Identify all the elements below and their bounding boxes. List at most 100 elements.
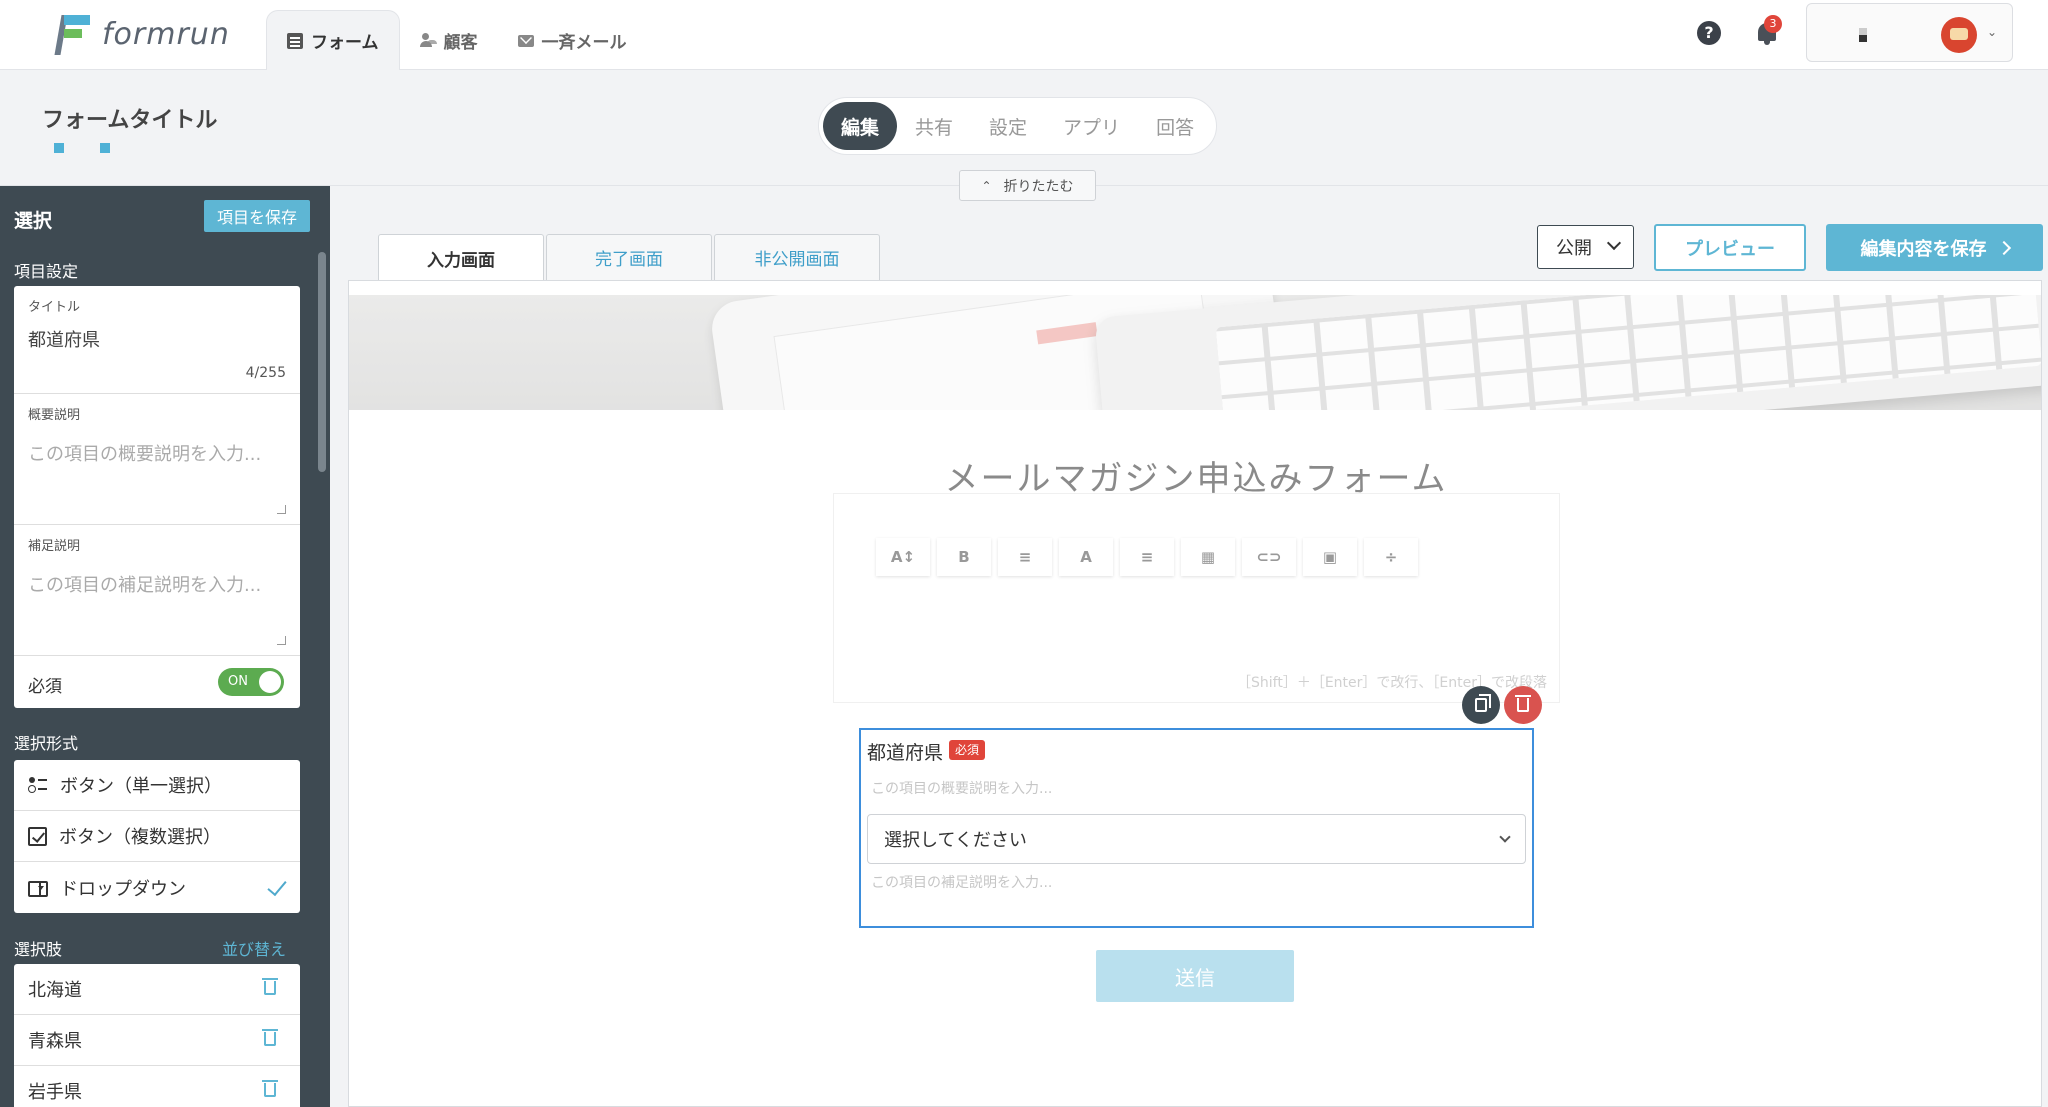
font-size-icon[interactable]: A↕ [876, 538, 930, 576]
tab-private-screen[interactable]: 非公開画面 [714, 234, 880, 280]
radio-list-icon [28, 775, 48, 795]
submit-button[interactable]: 送信 [1096, 950, 1294, 1002]
checkmark-icon [267, 875, 287, 897]
selection-format-label: 選択形式 [14, 734, 79, 753]
nav-tab-customers[interactable]: 顧客 [400, 10, 498, 70]
nav-tab-label: 顧客 [443, 32, 478, 53]
mode-tab-apps[interactable]: アプリ [1045, 102, 1138, 150]
logo-mark-icon [52, 13, 92, 55]
header-image[interactable] [349, 295, 2041, 410]
format-option-label: ボタン（複数選択） [59, 827, 221, 848]
required-toggle[interactable]: ON [218, 668, 284, 696]
choice-item[interactable]: 青森県 [14, 1015, 300, 1066]
preview-button[interactable]: プレビュー [1654, 224, 1806, 271]
divider-icon[interactable]: ÷ [1364, 538, 1418, 576]
trash-icon[interactable] [262, 978, 278, 995]
text-color-icon[interactable]: A [1059, 538, 1113, 576]
delete-field-button[interactable] [1504, 686, 1542, 724]
supplement-placeholder: この項目の補足説明を入力... [28, 575, 262, 596]
form-editor-main: 入力画面 完了画面 非公開画面 公開 プレビュー 編集内容を保存 メールマガジン… [330, 186, 2048, 1107]
title-field-label: タイトル [28, 300, 81, 315]
screen-tabs: 入力画面 完了画面 非公開画面 [378, 234, 882, 281]
copy-icon [1475, 694, 1491, 712]
main-nav: フォーム 顧客 一斉メール [266, 10, 647, 70]
mode-tab-responses[interactable]: 回答 [1138, 102, 1212, 150]
top-header: formrun フォーム 顧客 一斉メール ? 3 ⌄ [0, 0, 2048, 70]
choice-label: 北海道 [28, 980, 82, 1001]
choice-item[interactable]: 岩手県 [14, 1066, 300, 1107]
summary-placeholder: この項目の概要説明を入力... [28, 444, 262, 465]
field-supplement: この項目の補足説明を入力... [871, 875, 1053, 891]
chevron-down-icon [1606, 235, 1622, 251]
account-name-mark [1859, 28, 1867, 42]
format-option-single[interactable]: ボタン（単一選択） [14, 760, 300, 811]
prefecture-select[interactable]: 選択してください [867, 814, 1526, 864]
nav-tab-label: フォーム [311, 33, 379, 53]
format-option-label: ドロップダウン [60, 878, 186, 900]
chevron-down-icon: ⌄ [1987, 25, 1998, 39]
chevron-down-icon [1499, 831, 1511, 843]
item-settings-card: タイトル 都道府県 4/255 概要説明 この項目の概要説明を入力... 補足説… [14, 286, 300, 708]
title-field-value: 都道府県 [28, 330, 100, 351]
page-title[interactable]: フォームタイトル [42, 102, 217, 134]
save-item-button[interactable]: 項目を保存 [204, 200, 310, 232]
prefecture-field[interactable]: 都道府県 必須 この項目の概要説明を入力... 選択してください この項目の補足… [859, 728, 1534, 928]
resize-handle-icon[interactable] [277, 636, 286, 645]
summary-field-label: 概要説明 [28, 408, 81, 423]
resize-handle-icon[interactable] [277, 505, 286, 514]
supplement-field-label: 補足説明 [28, 539, 81, 554]
format-option-label: ボタン（単一選択） [60, 776, 222, 797]
choices-label: 選択肢 [14, 940, 63, 959]
choices-card: 北海道 青森県 岩手県 [14, 964, 300, 1107]
mail-icon [517, 35, 534, 47]
title-underline-dots [54, 138, 146, 157]
chevron-right-icon [1996, 240, 2011, 255]
trash-icon[interactable] [262, 1080, 278, 1097]
mode-tab-share[interactable]: 共有 [897, 102, 971, 150]
sort-link[interactable]: 並び替え [222, 936, 286, 960]
required-label: 必須 [28, 677, 62, 697]
save-edits-button[interactable]: 編集内容を保存 [1826, 224, 2043, 271]
required-badge: 必須 [949, 740, 986, 760]
bold-icon[interactable]: B [937, 538, 991, 576]
trash-icon[interactable] [262, 1029, 278, 1046]
account-menu[interactable]: ⌄ [1806, 3, 2013, 62]
mode-switch: 編集 共有 設定 アプリ 回答 [818, 97, 1218, 155]
people-icon [419, 32, 436, 48]
avatar [1941, 17, 1977, 53]
table-icon[interactable]: ▦ [1181, 538, 1235, 576]
format-option-dropdown[interactable]: ドロップダウン [14, 862, 300, 913]
choice-label: 岩手県 [28, 1082, 82, 1103]
formrun-logo[interactable]: formrun [52, 12, 230, 56]
duplicate-field-button[interactable] [1462, 686, 1500, 724]
tab-input-screen[interactable]: 入力画面 [378, 234, 544, 281]
nav-tab-label: 一斉メール [541, 32, 627, 53]
bullet-list-icon[interactable]: ≡ [998, 538, 1052, 576]
rich-text-editor[interactable]: A↕ B ≡ A ≡ ▦ ⊂⊃ ▣ ÷ ［Shift］＋［Enter］で改行、［… [833, 493, 1560, 703]
align-icon[interactable]: ≡ [1120, 538, 1174, 576]
save-edits-label: 編集内容を保存 [1860, 238, 1987, 260]
mode-tab-settings[interactable]: 設定 [971, 102, 1045, 150]
link-icon[interactable]: ⊂⊃ [1242, 538, 1296, 576]
nav-tab-bulk-mail[interactable]: 一斉メール [498, 10, 647, 70]
image-icon[interactable]: ▣ [1303, 538, 1357, 576]
dropdown-icon [28, 880, 48, 897]
document-icon [287, 32, 303, 49]
help-icon[interactable]: ? [1697, 21, 1721, 45]
field-title: 都道府県 [867, 742, 944, 764]
toggle-state-label: ON [228, 674, 248, 689]
editor-hint: ［Shift］＋［Enter］で改行、［Enter］で改段落 [1237, 675, 1547, 691]
summary-field[interactable]: 概要説明 この項目の概要説明を入力... [14, 394, 300, 525]
format-option-multiple[interactable]: ボタン（複数選択） [14, 811, 300, 862]
form-title-bar: フォームタイトル 編集 共有 設定 アプリ 回答 ⌃ 折りたたむ [0, 70, 2048, 201]
tab-complete-screen[interactable]: 完了画面 [546, 234, 712, 280]
nav-tab-form[interactable]: フォーム [266, 10, 400, 70]
notification-count-badge: 3 [1764, 15, 1782, 33]
sidebar-scrollbar[interactable] [318, 252, 326, 472]
mode-tab-edit[interactable]: 編集 [823, 102, 898, 150]
field-description: この項目の概要説明を入力... [871, 781, 1053, 797]
choice-item[interactable]: 北海道 [14, 964, 300, 1015]
title-field[interactable]: タイトル 都道府県 4/255 [14, 286, 300, 394]
publish-status-select[interactable]: 公開 [1537, 225, 1634, 269]
supplement-field[interactable]: 補足説明 この項目の補足説明を入力... [14, 525, 300, 656]
